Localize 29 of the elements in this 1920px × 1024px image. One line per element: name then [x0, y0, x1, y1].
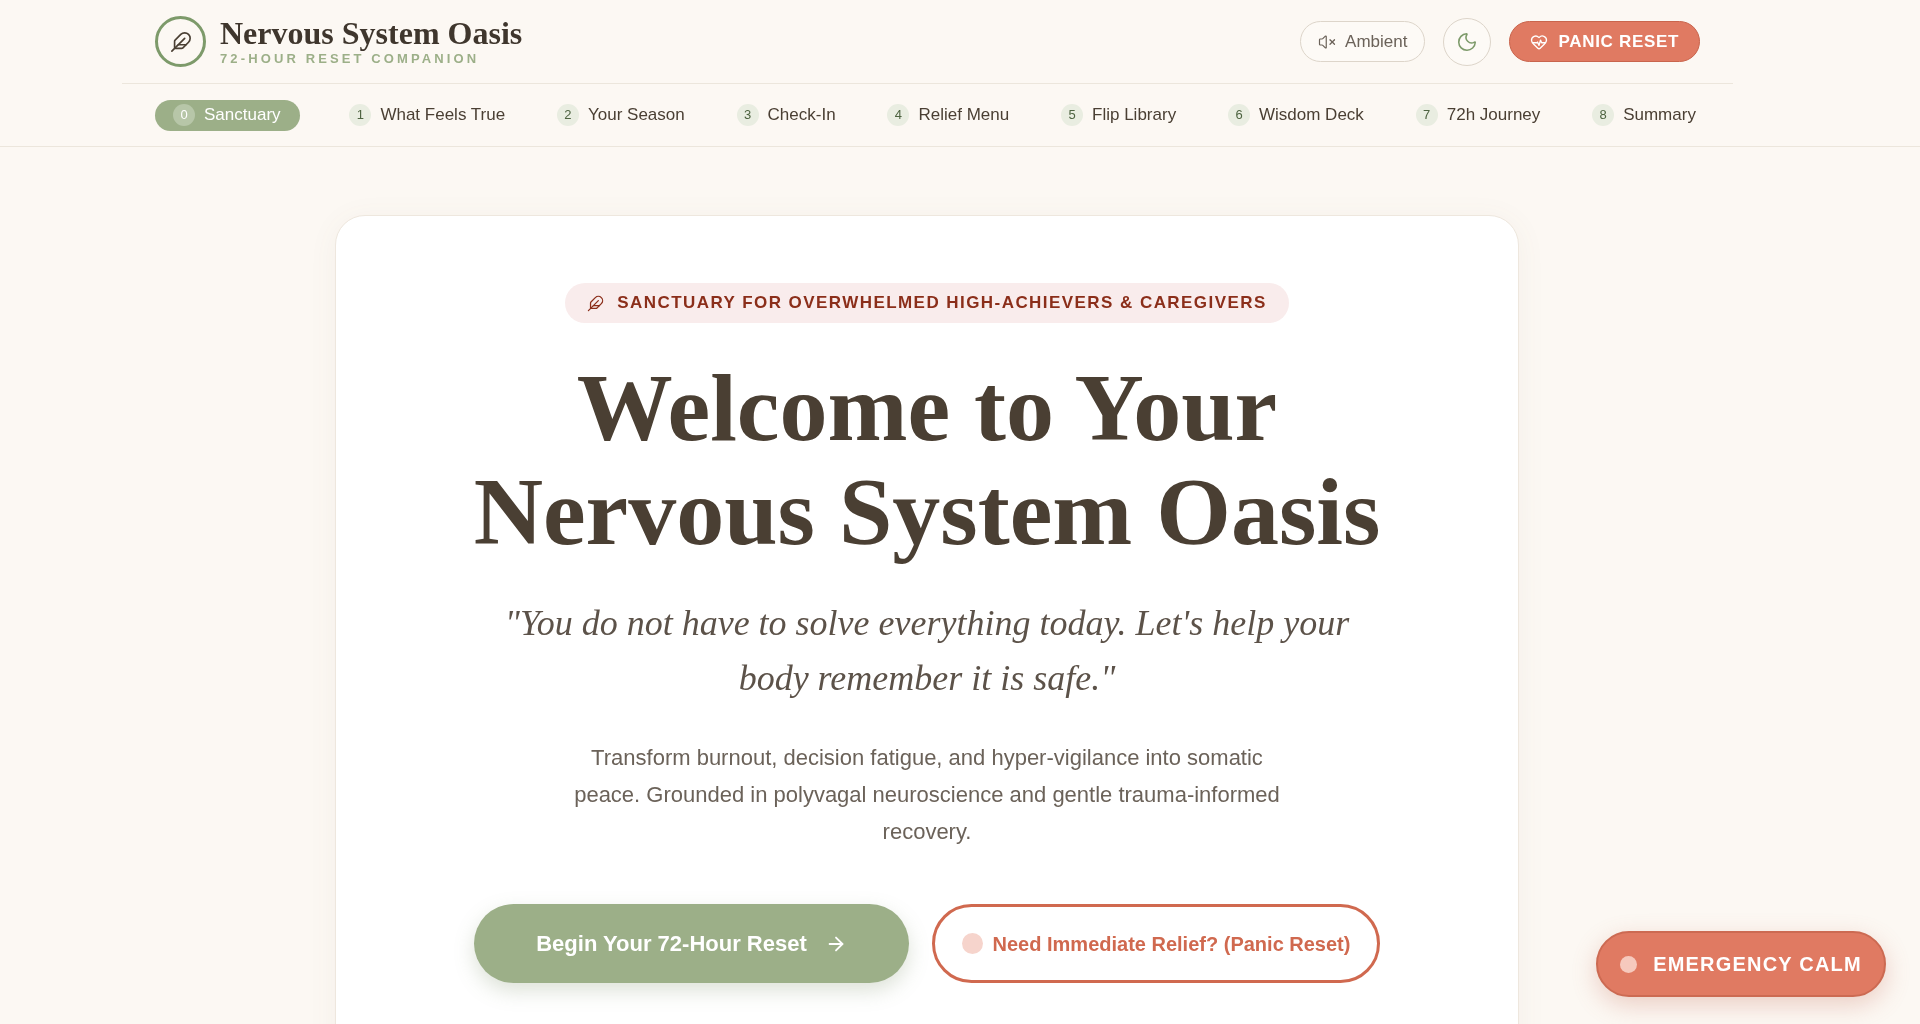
step-number: 0: [173, 104, 195, 126]
feather-icon: [587, 294, 605, 312]
nav-tab[interactable]: 3 Check-In: [734, 99, 838, 131]
nav-tab[interactable]: 1 What Feels True: [347, 99, 508, 131]
step-number: 5: [1061, 104, 1084, 126]
nav-tab[interactable]: 6 Wisdom Deck: [1226, 99, 1366, 131]
nav-tab[interactable]: 4 Relief Menu: [885, 99, 1012, 131]
app-subtitle: 72-HOUR RESET COMPANION: [220, 50, 481, 68]
step-number: 3: [736, 104, 759, 126]
app-title: Nervous System Oasis: [220, 15, 523, 50]
hero-quote: "You do not have to solve everything today. Let's help your body remember it is safe.": [503, 602, 1351, 700]
badge-text: SANCTUARY FOR OVERWHELMED HIGH-ACHIEVERS & CAREGIVERS: [617, 292, 1267, 315]
nav-tab[interactable]: 2 Your Season: [555, 99, 687, 131]
step-number: 1: [349, 104, 372, 126]
step-number: 7: [1415, 104, 1438, 126]
step-number: 8: [1592, 104, 1615, 126]
hero-description: Transform burnout, decision fatigue, and hyper-vigilance into somatic peace. Grounded in polyvagal neuroscience and gentle trauma-informed recovery.: [573, 744, 1281, 846]
step-number: 6: [1228, 104, 1250, 126]
feather-logo-icon: [155, 16, 206, 67]
step-number: 2: [557, 104, 579, 126]
nav-tab[interactable]: 8 Summary: [1590, 99, 1698, 131]
hero-heading: Welcome to Your Nervous System Oasis: [472, 356, 1382, 564]
nav-tab[interactable]: 7 72h Journey: [1413, 99, 1543, 131]
ambient-sound-button[interactable]: Ambient: [1300, 21, 1426, 62]
step-number: 4: [887, 104, 910, 126]
heart-pulse-icon: [1530, 32, 1549, 51]
moon-icon: [1456, 30, 1479, 53]
immediate-relief-button[interactable]: Need Immediate Relief? (Panic Reset): [932, 904, 1380, 983]
nav-tab[interactable]: 5 Flip Library: [1059, 99, 1179, 131]
